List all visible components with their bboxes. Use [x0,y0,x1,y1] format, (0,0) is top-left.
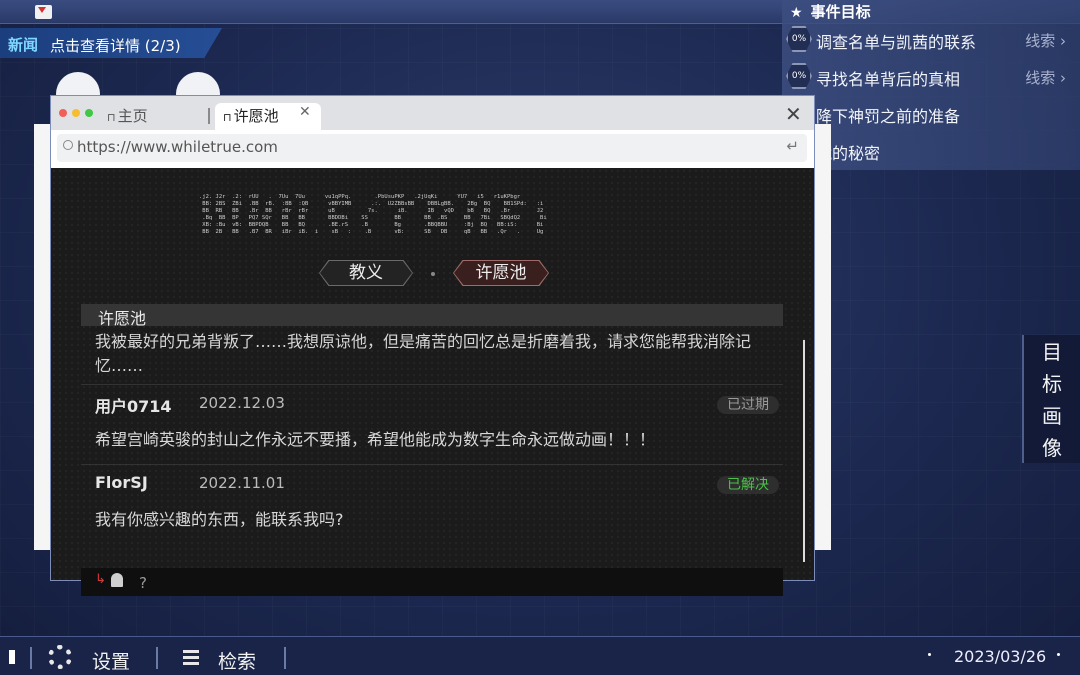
progress-badge: 0% [786,63,812,89]
entry-text: 我有你感兴趣的东西，能联系我吗? [95,510,344,529]
reply-placeholder: ? [139,574,147,592]
wish-title-bar [81,304,783,326]
tab-home[interactable]: ⊓ 主页 [99,103,207,130]
gear-icon[interactable] [48,645,72,669]
entry-date: 2022.11.01 [199,474,285,492]
enter-icon[interactable]: ↵ [786,137,799,155]
star-icon: ★ [790,5,803,21]
search-icon [63,140,73,150]
wish-title: 许愿池 [98,309,147,328]
ascii-logo: .j2. J2r .2: rUU . 7Uu 7Uu vu1qPPq. .PbU… [199,194,547,235]
bottom-bar [0,636,1080,675]
close-window-icon[interactable]: ✕ [785,102,802,126]
progress-badge: 0% [786,26,812,52]
reply-bar[interactable]: ↳ ? [81,568,783,596]
mail-icon[interactable] [35,5,52,19]
clue-link[interactable]: 线索 › [1025,30,1066,51]
objective-text: 调查名单与凯茜的联系 [816,33,977,52]
panel-char: 标 [1042,372,1062,396]
nav-doctrine[interactable]: 教义 [319,260,413,286]
panel-char: 目 [1042,340,1062,364]
divider [156,647,158,669]
close-tab-icon[interactable]: ✕ [299,104,311,120]
entry-user: FlorSJ [95,473,148,492]
maximize-dot[interactable] [85,109,93,117]
objective-text: 寻找名单背后的真相 [816,70,961,89]
divider [30,647,32,669]
dot [928,653,931,656]
tab-bar: ⊓ 主页 ⊓ 许愿池 ✕ ✕ [51,96,814,130]
nav-separator-dot [431,272,435,276]
date-display: 2023/03/26 [954,647,1047,666]
status-badge: 已过期 [717,396,779,414]
nav-wishing-pool[interactable]: 许愿池 [453,260,549,286]
divider [81,384,783,385]
wish-text: 我被最好的兄弟背叛了……我想原谅他，但是痛苦的回忆总是折磨着我，请求您能帮我消除… [95,332,752,375]
objective-item[interactable]: 0% 调查名单与凯茜的联系 线索 › [786,22,1076,56]
tab-label: 许愿池 [233,107,279,125]
reply-arrow-icon: ↳ [95,572,106,587]
dot [1057,653,1060,656]
close-dot[interactable] [59,109,67,117]
status-badge: 已解决 [717,476,779,494]
divider [284,647,286,669]
objectives-header: ★ 事件目标 [790,1,871,21]
objective-text: 降下神罚之前的准备 [816,107,961,126]
minimize-dot[interactable] [72,109,80,117]
pause-icon[interactable] [9,650,15,664]
url-text: https://www.whiletrue.com [77,138,278,156]
address-bar: https://www.whiletrue.com ↵ [51,130,814,168]
entry-date: 2022.12.03 [199,394,285,412]
settings-button[interactable]: 设置 [92,647,130,674]
panel-char: 像 [1042,436,1062,460]
url-input[interactable]: https://www.whiletrue.com ↵ [57,134,807,162]
objectives-title: 事件目标 [810,3,871,21]
entry-user: 用户0714 [95,397,172,416]
bookmark-icon: ⊓ [223,111,232,124]
search-button[interactable]: 检索 [218,647,256,674]
panel-char: 画 [1042,404,1062,428]
target-profile-panel[interactable]: 目 标 画 像 [1022,335,1080,463]
ghost-icon [111,573,123,587]
entry-text: 希望宫崎英骏的封山之作永远不要播，希望他能成为数字生命永远做动画！！！ [95,430,656,449]
tab-label: 主页 [117,107,148,125]
bookmark-icon: ⊓ [107,111,116,124]
objective-item[interactable]: 0% 寻找名单背后的真相 线索 › [786,59,1076,93]
news-tag: 新闻 [8,36,39,54]
page-content: .j2. J2r .2: rUU . 7Uu 7Uu vu1qPPq. .PbU… [51,168,814,596]
scrollbar[interactable] [803,340,805,562]
news-details-link[interactable]: 点击查看详情 (2/3) [50,35,181,56]
clue-link[interactable]: 线索 › [1025,67,1066,88]
tab-divider [208,108,210,124]
list-search-icon[interactable] [175,647,199,669]
divider [81,464,783,465]
browser-window: ⊓ 主页 ⊓ 许愿池 ✕ ✕ https://www.whiletrue.com ↵… [50,95,815,596]
